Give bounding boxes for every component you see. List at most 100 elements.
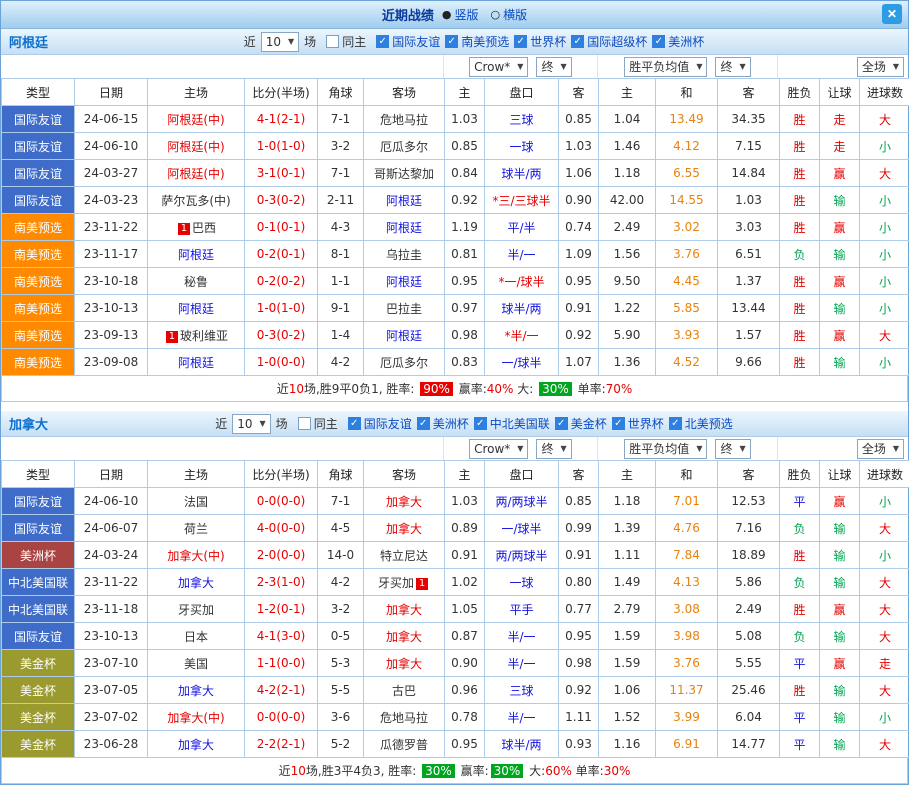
handicap-cell: *三/三球半 — [485, 187, 559, 214]
type-cell: 南美预选 — [2, 349, 75, 376]
goals-text: 大 — [879, 603, 891, 617]
same-home-filter[interactable]: 同主 — [326, 33, 366, 50]
corner-cell: 7-1 — [318, 106, 364, 133]
summary-text: 60% — [545, 764, 572, 778]
close-button[interactable]: ✕ — [882, 4, 902, 24]
competition-filter[interactable]: ✓世界杯 — [514, 33, 566, 50]
result-cell: 平 — [780, 704, 820, 731]
odds-time-select[interactable]: 终 ▼ — [715, 439, 750, 459]
competition-label: 美洲杯 — [668, 33, 704, 50]
same-home-filter[interactable]: 同主 — [298, 415, 338, 432]
competition-filter[interactable]: ✓美洲杯 — [417, 415, 469, 432]
h_odds-cell: 0.92 — [445, 187, 485, 214]
title-bar: 近期战绩 ● 竖版 ○ 横版 ✕ — [1, 1, 908, 29]
goals-cell: 小 — [860, 187, 909, 214]
view-radio-horizontal[interactable]: ○ 横版 — [491, 6, 528, 23]
column-header-handicap: 盘口 — [485, 461, 559, 488]
handicap-text: *一/球半 — [498, 275, 544, 289]
home-cell: 阿根廷 — [148, 241, 245, 268]
handicap-text: 三球 — [509, 113, 533, 127]
competition-filter[interactable]: ✓北美预选 — [669, 415, 733, 432]
win-cell: 1.36 — [599, 349, 656, 376]
view-radio-vertical[interactable]: ● 竖版 — [442, 6, 479, 23]
competition-filter[interactable]: ✓中北美国联 — [474, 415, 550, 432]
ah-cell: 赢 — [820, 268, 860, 295]
goals-text: 小 — [879, 194, 891, 208]
h_odds-cell: 0.83 — [445, 349, 485, 376]
match-row: 南美预选23-11-221巴西0-1(0-1)4-3阿根廷1.19平/半0.74… — [2, 214, 909, 241]
away-cell: 危地马拉 — [364, 704, 445, 731]
lose-cell: 9.66 — [718, 349, 780, 376]
lose-cell: 13.44 — [718, 295, 780, 322]
scope-select[interactable]: 全场 ▼ — [857, 57, 904, 77]
away-cell: 加拿大 — [364, 623, 445, 650]
bookmaker-select[interactable]: Crow* ▼ — [469, 439, 528, 459]
handicap-cell: 半/一 — [485, 704, 559, 731]
competition-filter[interactable]: ✓南美预选 — [445, 33, 509, 50]
win-cell: 1.59 — [599, 650, 656, 677]
competition-filter[interactable]: ✓国际友谊 — [348, 415, 412, 432]
ah-cell: 输 — [820, 515, 860, 542]
competition-filter[interactable]: ✓国际超级杯 — [571, 33, 647, 50]
home-text: 日本 — [184, 630, 208, 644]
draw-cell: 3.08 — [656, 596, 718, 623]
win-cell: 1.18 — [599, 488, 656, 515]
handicap-cell: 一球 — [485, 569, 559, 596]
competition-filter[interactable]: ✓国际友谊 — [376, 33, 440, 50]
summary-text: 场,胜3平4负3, 胜率: — [306, 762, 420, 779]
draw-cell: 6.91 — [656, 731, 718, 758]
draw-cell: 4.52 — [656, 349, 718, 376]
team-section: 阿根廷 近 10 ▼ 场 同主 ✓国际友谊✓南美预选✓世界杯✓国际超级杯✓美洲杯… — [1, 29, 908, 402]
ah-text: 赢 — [833, 275, 845, 289]
handicap-cell: 三球 — [485, 677, 559, 704]
summary-text: 近 — [279, 762, 291, 779]
home-cell: 牙买加 — [148, 596, 245, 623]
column-header-result: 胜负 — [780, 461, 820, 488]
recent-count-select[interactable]: 10 ▼ — [261, 32, 299, 52]
competition-filter[interactable]: ✓世界杯 — [612, 415, 664, 432]
corner-cell: 4-5 — [318, 515, 364, 542]
bookmaker-time-select[interactable]: 终 ▼ — [536, 439, 571, 459]
odds-type-select[interactable]: 胜平负均值 ▼ — [624, 439, 707, 459]
competition-filter[interactable]: ✓美洲杯 — [652, 33, 704, 50]
corner-cell: 3-2 — [318, 596, 364, 623]
draw-cell: 5.85 — [656, 295, 718, 322]
odds-type-value: 胜平负均值 — [629, 440, 689, 457]
same-home-label: 同主 — [342, 33, 366, 50]
draw-cell: 3.76 — [656, 650, 718, 677]
score-cell: 0-0(0-0) — [245, 488, 318, 515]
draw-cell: 3.99 — [656, 704, 718, 731]
bookmaker-time-value: 终 — [541, 440, 553, 457]
goals-text: 大 — [879, 329, 891, 343]
table-header-row: 类型 日期 主场 比分(半场) 角球 客场 主 盘口 客 主 和 客 胜负 让球… — [2, 79, 909, 106]
scope-value: 全场 — [862, 58, 886, 75]
summary-badge: 30% — [491, 764, 524, 778]
competition-filter[interactable]: ✓美金杯 — [555, 415, 607, 432]
home-text: 加拿大 — [178, 684, 214, 698]
recent-count-select[interactable]: 10 ▼ — [232, 414, 270, 434]
date-cell: 23-07-10 — [75, 650, 148, 677]
draw-cell: 4.45 — [656, 268, 718, 295]
section-header: 加拿大 近 10 ▼ 场 同主 ✓国际友谊✓美洲杯✓中北美国联✓美金杯✓世界杯✓… — [1, 411, 908, 437]
bookmaker-time-select[interactable]: 终 ▼ — [536, 57, 571, 77]
column-header-goals: 进球数 — [860, 461, 909, 488]
handicap-text: *三/三球半 — [492, 194, 550, 208]
home-cell: 荷兰 — [148, 515, 245, 542]
bookmaker-select[interactable]: Crow* ▼ — [469, 57, 528, 77]
team-name: 加拿大 — [9, 414, 48, 433]
corner-cell: 14-0 — [318, 542, 364, 569]
handicap-text: 两/两球半 — [495, 495, 547, 509]
chevron-down-icon: ▼ — [560, 444, 566, 453]
result-cell: 胜 — [780, 187, 820, 214]
corner-cell: 7-1 — [318, 488, 364, 515]
checkbox-checked-icon: ✓ — [571, 35, 584, 48]
odds-time-select[interactable]: 终 ▼ — [715, 57, 750, 77]
summary: 近10场,胜9平0负1, 胜率: 90% 赢率:40% 大: 30% 单率:70… — [1, 376, 908, 402]
column-header-type: 类型 — [2, 79, 75, 106]
scope-select[interactable]: 全场 ▼ — [857, 439, 904, 459]
column-header-ah-result: 让球 — [820, 79, 860, 106]
a_odds-cell: 0.90 — [559, 187, 599, 214]
view-mode-group: ● 竖版 ○ 横版 — [442, 6, 527, 23]
odds-type-select[interactable]: 胜平负均值 ▼ — [624, 57, 707, 77]
match-row: 美洲杯24-03-24加拿大(中)2-0(0-0)14-0特立尼达0.91两/两… — [2, 542, 909, 569]
